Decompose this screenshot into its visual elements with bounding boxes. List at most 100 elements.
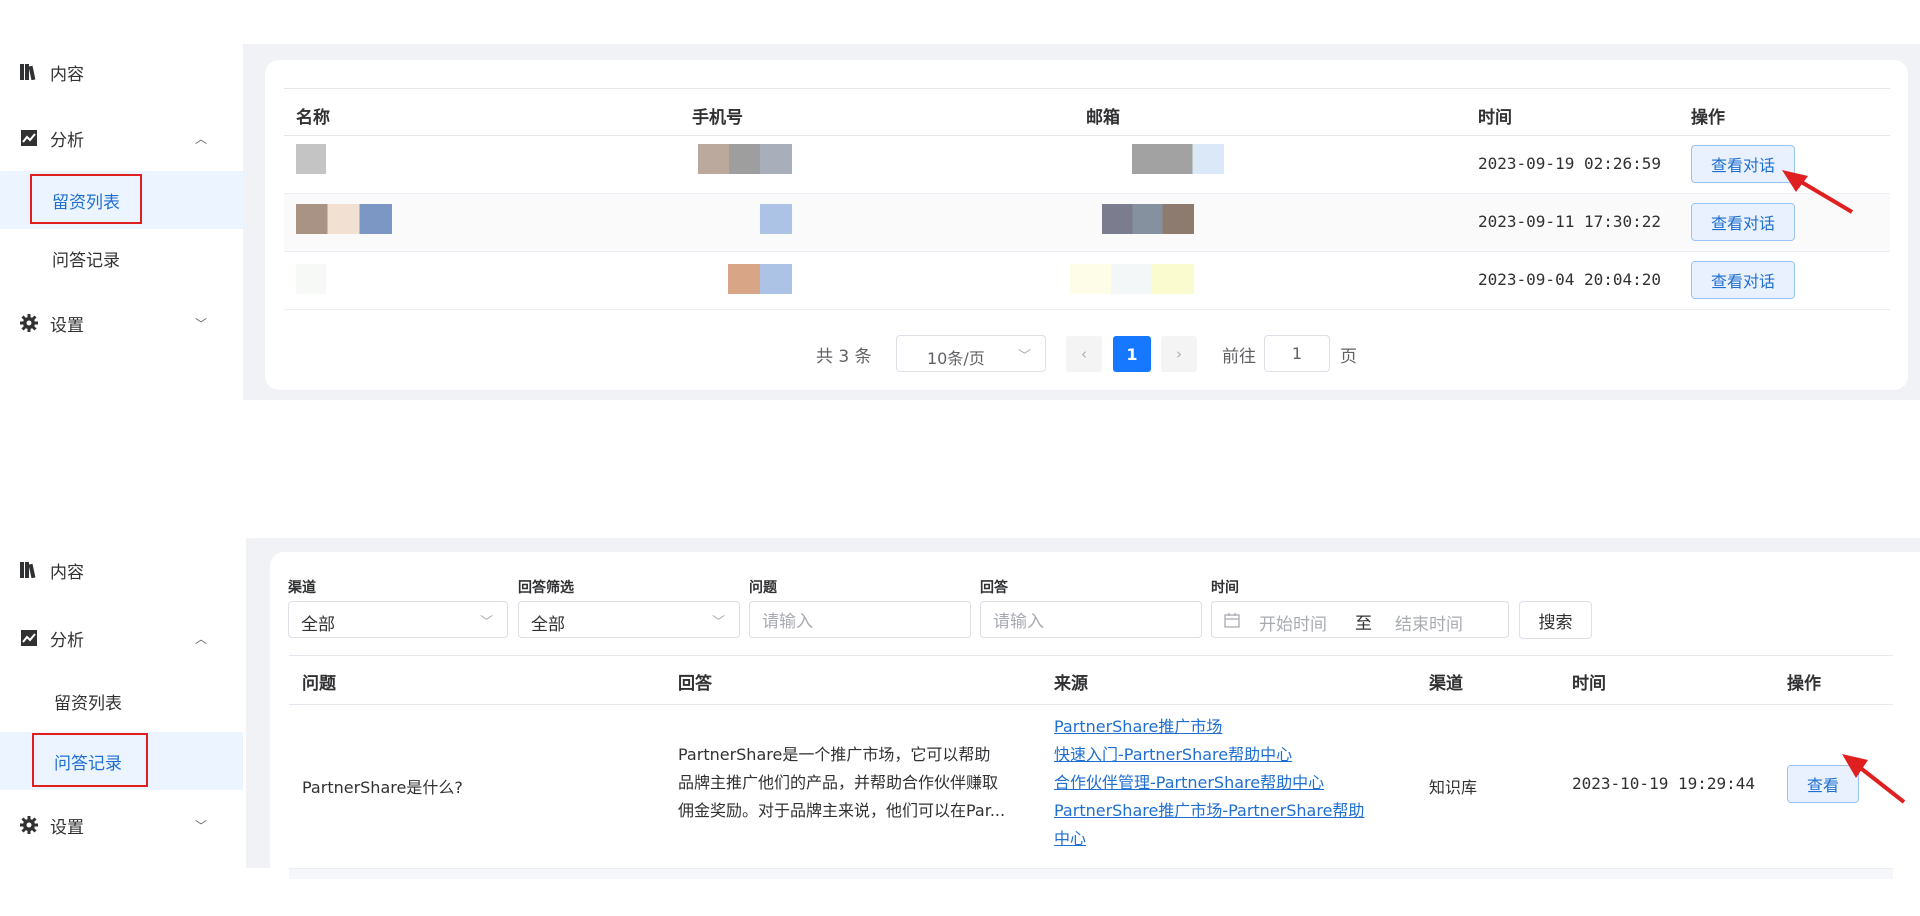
sidebar-item-label: 分析 [50, 630, 84, 651]
chevron-left-icon: ‹ [1081, 345, 1087, 363]
prev-page-button[interactable]: ‹ [1066, 336, 1102, 372]
answer-filter-select[interactable]: 全部 ﹀ [518, 601, 740, 638]
chart-icon [20, 129, 38, 147]
redacted-email [1132, 144, 1224, 174]
chevron-down-icon: ﹀ [711, 615, 725, 630]
sidebar-item-label: 问答记录 [52, 250, 120, 271]
filter-label-question: 问题 [749, 580, 777, 596]
row-channel: 知识库 [1429, 778, 1478, 797]
sidebar-item-label: 设置 [50, 817, 84, 838]
chevron-up-icon: ︿ [194, 131, 207, 146]
redacted-name [296, 144, 326, 174]
start-time-placeholder[interactable]: 开始时间 [1259, 610, 1327, 635]
page-size-value: 10条/页 [927, 349, 985, 368]
chevron-right-icon: › [1176, 345, 1182, 363]
source-link[interactable]: PartnerShare推广市场-PartnerShare帮助 [1054, 797, 1414, 825]
column-header-action: 操作 [1691, 108, 1725, 128]
source-link[interactable]: 快速入门-PartnerShare帮助中心 [1054, 741, 1414, 769]
table-footer-strip [289, 869, 1893, 879]
redacted-phone [728, 264, 792, 294]
view-conversation-button[interactable]: 查看对话 [1691, 261, 1795, 299]
goto-label: 前往 [1222, 347, 1256, 367]
sidebar-item-qa-records[interactable]: 问答记录 [0, 229, 243, 287]
column-header-action: 操作 [1787, 674, 1821, 694]
qa-records-panel: 内容 分析 ︿ 留资列表 问答记录 设置 ﹀ 渠道 全部 ﹀ 回答筛选 全部 ﹀… [0, 500, 1920, 916]
row-time: 2023-09-19 02:26:59 [1478, 154, 1662, 173]
answer-placeholder: 请输入 [993, 612, 1044, 632]
column-header-source: 来源 [1054, 674, 1088, 694]
sidebar-item-label: 设置 [50, 315, 84, 336]
channel-select-value: 全部 [301, 615, 335, 635]
source-link[interactable]: PartnerShare推广市场 [1054, 713, 1414, 741]
filter-label-answer-filter: 回答筛选 [518, 580, 574, 596]
sidebar-item-settings[interactable]: 设置 ﹀ [0, 805, 243, 845]
sidebar-item-label: 内容 [50, 64, 84, 85]
redacted-email [1102, 204, 1194, 234]
row-time: 2023-10-19 19:29:44 [1572, 774, 1756, 793]
column-header-question: 问题 [302, 674, 336, 694]
chevron-down-icon: ﹀ [1017, 349, 1031, 364]
page-number-current[interactable]: 1 [1113, 336, 1151, 372]
column-header-time: 时间 [1572, 674, 1606, 694]
question-input[interactable]: 请输入 [749, 601, 971, 638]
date-range-picker[interactable]: 开始时间 至 结束时间 [1211, 601, 1509, 638]
next-page-button[interactable]: › [1161, 336, 1197, 372]
highlight-box [32, 733, 148, 787]
search-button[interactable]: 搜索 [1519, 601, 1592, 639]
row-time: 2023-09-04 20:04:20 [1478, 270, 1662, 289]
filter-label-time: 时间 [1211, 580, 1239, 596]
pagination-total: 共 3 条 [816, 347, 872, 367]
chevron-down-icon: ﹀ [479, 615, 493, 630]
sidebar-item-content[interactable]: 内容 [0, 54, 243, 90]
sidebar-item-content[interactable]: 内容 [0, 552, 243, 588]
channel-select[interactable]: 全部 ﹀ [288, 601, 508, 638]
row-sources: PartnerShare推广市场 快速入门-PartnerShare帮助中心 合… [1054, 713, 1414, 853]
red-arrow-annotation [1782, 170, 1854, 214]
redacted-phone [698, 144, 792, 174]
sidebar-item-analysis[interactable]: 分析 ︿ [0, 118, 243, 158]
range-separator: 至 [1355, 614, 1372, 634]
answer-input[interactable]: 请输入 [980, 601, 1202, 638]
row-time: 2023-09-11 17:30:22 [1478, 212, 1662, 231]
redacted-phone [760, 204, 792, 234]
column-header-channel: 渠道 [1429, 674, 1463, 694]
table-row: PartnerShare是什么? PartnerShare是一个推广市场，它可以… [289, 705, 1893, 869]
question-placeholder: 请输入 [762, 612, 813, 632]
row-answer: PartnerShare是一个推广市场，它可以帮助 品牌主推广他们的产品，并帮助… [678, 741, 1030, 825]
redacted-name [296, 264, 326, 294]
column-header-name: 名称 [296, 108, 330, 128]
sidebar-item-label: 内容 [50, 562, 84, 583]
filter-label-answer: 回答 [980, 580, 1008, 596]
row-question: PartnerShare是什么? [302, 778, 463, 797]
calendar-icon [1224, 612, 1240, 633]
end-time-placeholder[interactable]: 结束时间 [1395, 610, 1463, 635]
column-header-answer: 回答 [678, 674, 712, 694]
goto-page-input[interactable]: 1 [1264, 335, 1330, 372]
table-header: 名称 手机号 邮箱 时间 操作 [284, 88, 1890, 136]
page-size-select[interactable]: 10条/页 ﹀ [896, 335, 1046, 372]
library-icon [20, 561, 38, 579]
chevron-up-icon: ︿ [194, 631, 207, 646]
column-header-phone: 手机号 [692, 108, 743, 128]
answer-line: PartnerShare是一个推广市场，它可以帮助 [678, 745, 991, 764]
table-row: 2023-09-04 20:04:20 查看对话 [284, 252, 1890, 310]
chevron-down-icon: ﹀ [194, 818, 207, 833]
sidebar-item-analysis[interactable]: 分析 ︿ [0, 618, 243, 658]
source-link[interactable]: 合作伙伴管理-PartnerShare帮助中心 [1054, 769, 1414, 797]
answer-line: 佣金奖励。对于品牌主来说，他们可以在Par... [678, 801, 1006, 820]
column-header-time: 时间 [1478, 108, 1512, 128]
red-arrow-annotation [1842, 754, 1906, 804]
redacted-email [1070, 264, 1194, 294]
source-link[interactable]: 中心 [1054, 825, 1414, 853]
page-suffix-label: 页 [1340, 347, 1357, 367]
sidebar-item-leads[interactable]: 留资列表 [0, 672, 243, 730]
redacted-name [296, 204, 392, 234]
gear-icon [20, 314, 38, 332]
sidebar-item-label: 分析 [50, 130, 84, 151]
filter-label-channel: 渠道 [288, 580, 316, 596]
answer-filter-value: 全部 [531, 615, 565, 635]
column-header-email: 邮箱 [1086, 108, 1120, 128]
chart-icon [20, 629, 38, 647]
table-row: 2023-09-11 17:30:22 查看对话 [284, 194, 1890, 252]
sidebar: 内容 分析 ︿ 留资列表 问答记录 设置 ﹀ [0, 500, 243, 916]
